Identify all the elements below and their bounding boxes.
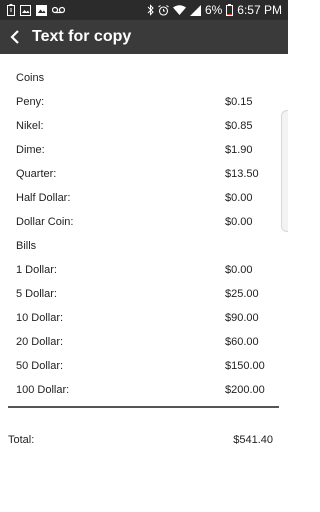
row-value: $0.00: [225, 192, 253, 204]
coins-header: Coins: [16, 72, 45, 84]
voicemail-icon: [52, 6, 65, 14]
bill-row-100-dollar: 100 Dollar: $200.00: [16, 378, 271, 402]
arrow-back-icon: [10, 30, 19, 44]
row-label: Half Dollar:: [16, 192, 71, 204]
row-value: $0.15: [225, 96, 253, 108]
row-label: Nikel:: [16, 120, 44, 132]
bill-row-50-dollar: 50 Dollar: $150.00: [16, 354, 271, 378]
battery-icon: [226, 4, 234, 16]
row-label: Quarter:: [16, 168, 57, 180]
row-value: $150.00: [225, 360, 265, 372]
row-value: $0.00: [225, 216, 253, 228]
status-right: 6% 6:57 PM: [143, 3, 282, 17]
row-label: 1 Dollar:: [16, 264, 57, 276]
bill-row-5-dollar: 5 Dollar: $25.00: [16, 282, 271, 306]
coin-row-dime: Dime: $1.90: [16, 138, 271, 162]
wifi-icon: [172, 5, 186, 15]
app-bar: Text for copy: [0, 20, 288, 54]
row-label: Dollar Coin:: [16, 216, 74, 228]
row-value: $0.85: [225, 120, 253, 132]
coin-row-dollar-coin: Dollar Coin: $0.00: [16, 210, 271, 234]
row-label: 5 Dollar:: [16, 288, 57, 300]
row-value: $60.00: [225, 336, 259, 348]
row-label: 100 Dollar:: [16, 384, 70, 396]
bill-row-20-dollar: 20 Dollar: $60.00: [16, 330, 271, 354]
coin-row-half-dollar: Half Dollar: $0.00: [16, 186, 271, 210]
row-label: 20 Dollar:: [16, 336, 64, 348]
total-value: $541.40: [233, 434, 273, 446]
row-value: $25.00: [225, 288, 259, 300]
status-left: [7, 4, 70, 16]
coin-row-quarter: Quarter: $13.50: [16, 162, 271, 186]
row-value: $0.00: [225, 264, 253, 276]
bills-header: Bills: [16, 240, 37, 252]
bill-row-1-dollar: 1 Dollar: $0.00: [16, 258, 271, 282]
bill-row-10-dollar: 10 Dollar: $90.00: [16, 306, 271, 330]
alarm-icon: [158, 4, 169, 16]
back-button[interactable]: [4, 20, 26, 54]
scroll-edge-indicator: [281, 110, 288, 232]
row-label: 50 Dollar:: [16, 360, 64, 372]
status-bar: 6% 6:57 PM: [0, 0, 288, 20]
image-icon: [20, 4, 31, 16]
row-value: $90.00: [225, 312, 259, 324]
status-time: 6:57 PM: [237, 3, 282, 17]
row-label: Peny:: [16, 96, 45, 108]
row-value: $200.00: [225, 384, 265, 396]
row-value: $1.90: [225, 144, 253, 156]
row-label: Dime:: [16, 144, 45, 156]
bluetooth-icon: [147, 4, 154, 16]
divider: [8, 406, 279, 408]
battery-alert-icon: [7, 4, 15, 16]
page-title: Text for copy: [32, 28, 132, 45]
signal-icon: [189, 4, 201, 16]
photo-icon: [36, 4, 47, 16]
coin-row-nikel: Nikel: $0.85: [16, 114, 271, 138]
total-label: Total:: [8, 434, 35, 446]
row-label: 10 Dollar:: [16, 312, 64, 324]
total-row: Total: $541.40: [8, 430, 273, 450]
coin-row-peny: Peny: $0.15: [16, 90, 271, 114]
row-value: $13.50: [225, 168, 259, 180]
battery-percent: 6%: [204, 3, 223, 17]
